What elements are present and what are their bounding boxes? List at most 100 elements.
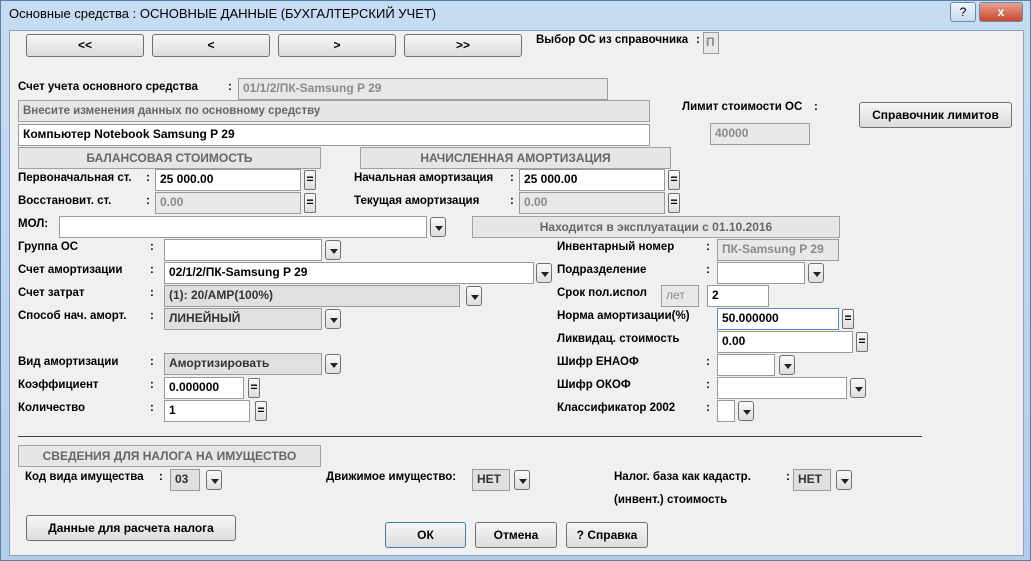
colon: : — [150, 402, 154, 414]
okof-dropdown-button[interactable] — [850, 378, 866, 398]
colon: : — [706, 241, 710, 253]
colon: : — [706, 379, 710, 391]
amort-type-label: Вид амортизации — [18, 356, 119, 368]
department-field[interactable] — [717, 262, 805, 284]
restored-cost-label: Восстановит. ст. — [18, 195, 112, 207]
dialog-client: << < > >> Выбор ОС из справочника : П Сч… — [9, 30, 1024, 556]
balance-header: БАЛАНСОВАЯ СТОИМОСТЬ — [18, 147, 321, 169]
next-record-button[interactable]: > — [278, 34, 396, 57]
amort-rate-field[interactable]: 50.000000 — [717, 308, 839, 330]
colon: : — [786, 471, 790, 483]
tax-calc-data-button[interactable]: Данные для расчета налога — [26, 515, 236, 541]
amort-type-dropdown-button[interactable] — [325, 354, 341, 374]
window-title: Основные средства : ОСНОВНЫЕ ДАННЫЕ (БУХ… — [9, 6, 437, 21]
colon: : — [510, 195, 514, 207]
amort-account-label: Счет амортизации — [18, 264, 123, 276]
okof-field[interactable] — [717, 377, 847, 399]
restored-cost-field: 0.00 — [155, 192, 301, 214]
help-title-button[interactable]: ? — [950, 2, 976, 22]
current-amort-field: 0.00 — [519, 192, 665, 214]
initial-amort-label: Начальная амортизация — [354, 172, 494, 184]
inventory-number-label: Инвентарный номер — [557, 241, 675, 253]
quantity-label: Количество — [18, 402, 86, 414]
movable-dropdown-button[interactable] — [514, 470, 530, 490]
in-service-status: Находится в эксплуатации с 01.10.2016 — [472, 216, 840, 238]
mol-dropdown-button[interactable] — [430, 217, 446, 237]
account-label: Счет учета основного средства — [18, 81, 198, 93]
prev-record-button[interactable]: < — [152, 34, 270, 57]
cost-account-dropdown-button[interactable] — [466, 286, 482, 306]
limits-catalog-button[interactable]: Справочник лимитов — [859, 102, 1012, 128]
dialog-window: Основные средства : ОСНОВНЫЕ ДАННЫЕ (БУХ… — [0, 0, 1031, 561]
classifier-dropdown-button[interactable] — [738, 401, 754, 421]
coefficient-field[interactable]: 0.000000 — [164, 377, 244, 399]
property-kind-dropdown-button[interactable] — [206, 470, 222, 490]
liquidation-value-label: Ликвидац. стоимость — [557, 333, 680, 345]
colon: : — [228, 81, 232, 93]
amort-rate-label: Норма амортизации(%) — [557, 310, 690, 322]
group-field[interactable] — [164, 239, 322, 261]
liquidation-value-calc-button[interactable]: = — [856, 332, 868, 352]
method-field: ЛИНЕЙНЫЙ — [164, 308, 322, 330]
colon: : — [146, 195, 150, 207]
colon: : — [706, 356, 710, 368]
colon: : — [706, 264, 710, 276]
property-kind-label: Код вида имущества — [25, 471, 144, 483]
first-record-button[interactable]: << — [26, 34, 144, 57]
amort-account-dropdown-button[interactable] — [536, 263, 552, 283]
cadastral-field: НЕТ — [793, 469, 831, 491]
okof-label: Шифр ОКОФ — [557, 379, 631, 391]
limit-field: 40000 — [710, 123, 810, 145]
ok-button[interactable]: ОК — [385, 522, 466, 548]
classifier-label: Классификатор 2002 — [557, 402, 676, 414]
property-kind-field: 03 — [170, 469, 200, 491]
amort-account-field[interactable]: 02/1/2/ПК-Samsung P 29 — [164, 262, 534, 284]
colon: : — [150, 264, 154, 276]
coefficient-calc-button[interactable]: = — [248, 378, 260, 398]
section-divider — [18, 436, 922, 437]
catalog-select-field[interactable]: П — [703, 32, 719, 54]
quantity-field[interactable]: 1 — [164, 400, 250, 422]
initial-cost-calc-button[interactable]: = — [304, 170, 316, 190]
initial-amort-field[interactable]: 25 000.00 — [519, 169, 665, 191]
current-amort-calc-button[interactable]: = — [668, 193, 680, 213]
department-dropdown-button[interactable] — [808, 263, 824, 283]
restored-cost-calc-button[interactable]: = — [304, 193, 316, 213]
amort-type-field: Амортизировать — [164, 353, 322, 375]
initial-amort-calc-button[interactable]: = — [668, 170, 680, 190]
close-button[interactable]: x — [979, 2, 1023, 22]
enaof-field[interactable] — [717, 354, 775, 376]
colon: : — [159, 471, 163, 483]
movable-label: Движимое имущество: — [326, 471, 457, 483]
colon: : — [814, 101, 818, 113]
quantity-calc-button[interactable]: = — [255, 401, 267, 421]
enaof-dropdown-button[interactable] — [779, 355, 795, 375]
select-from-catalog-label: Выбор ОС из справочника — [536, 34, 689, 46]
colon: : — [146, 172, 150, 184]
limit-label: Лимит стоимости ОС — [682, 101, 803, 113]
liquidation-value-field[interactable]: 0.00 — [717, 331, 853, 353]
last-record-button[interactable]: >> — [404, 34, 522, 57]
useful-life-field[interactable]: 2 — [707, 285, 769, 307]
cadastral-label-line2: (инвент.) стоимость — [614, 494, 728, 506]
useful-life-label: Срок пол.испол — [557, 287, 647, 299]
title-bar: Основные средства : ОСНОВНЫЕ ДАННЫЕ (БУХ… — [1, 1, 1030, 27]
cancel-button[interactable]: Отмена — [475, 522, 557, 548]
colon: : — [150, 287, 154, 299]
current-amort-label: Текущая амортизация — [354, 195, 480, 207]
inventory-number-field: ПК-Samsung P 29 — [717, 239, 839, 261]
help-button[interactable]: ? Справка — [566, 522, 648, 548]
initial-cost-field[interactable]: 25 000.00 — [155, 169, 301, 191]
colon: : — [150, 356, 154, 368]
asset-name-field[interactable]: Компьютер Notebook Samsung P 29 — [18, 124, 650, 146]
mol-label: МОЛ: — [18, 218, 49, 230]
mol-field[interactable] — [59, 216, 427, 238]
colon: : — [696, 34, 700, 46]
method-dropdown-button[interactable] — [325, 309, 341, 329]
amort-rate-calc-button[interactable]: = — [842, 309, 854, 329]
classifier-field[interactable] — [717, 400, 735, 422]
enaof-label: Шифр ЕНАОФ — [557, 356, 639, 368]
group-dropdown-button[interactable] — [325, 240, 341, 260]
cadastral-dropdown-button[interactable] — [836, 470, 852, 490]
colon: : — [510, 172, 514, 184]
